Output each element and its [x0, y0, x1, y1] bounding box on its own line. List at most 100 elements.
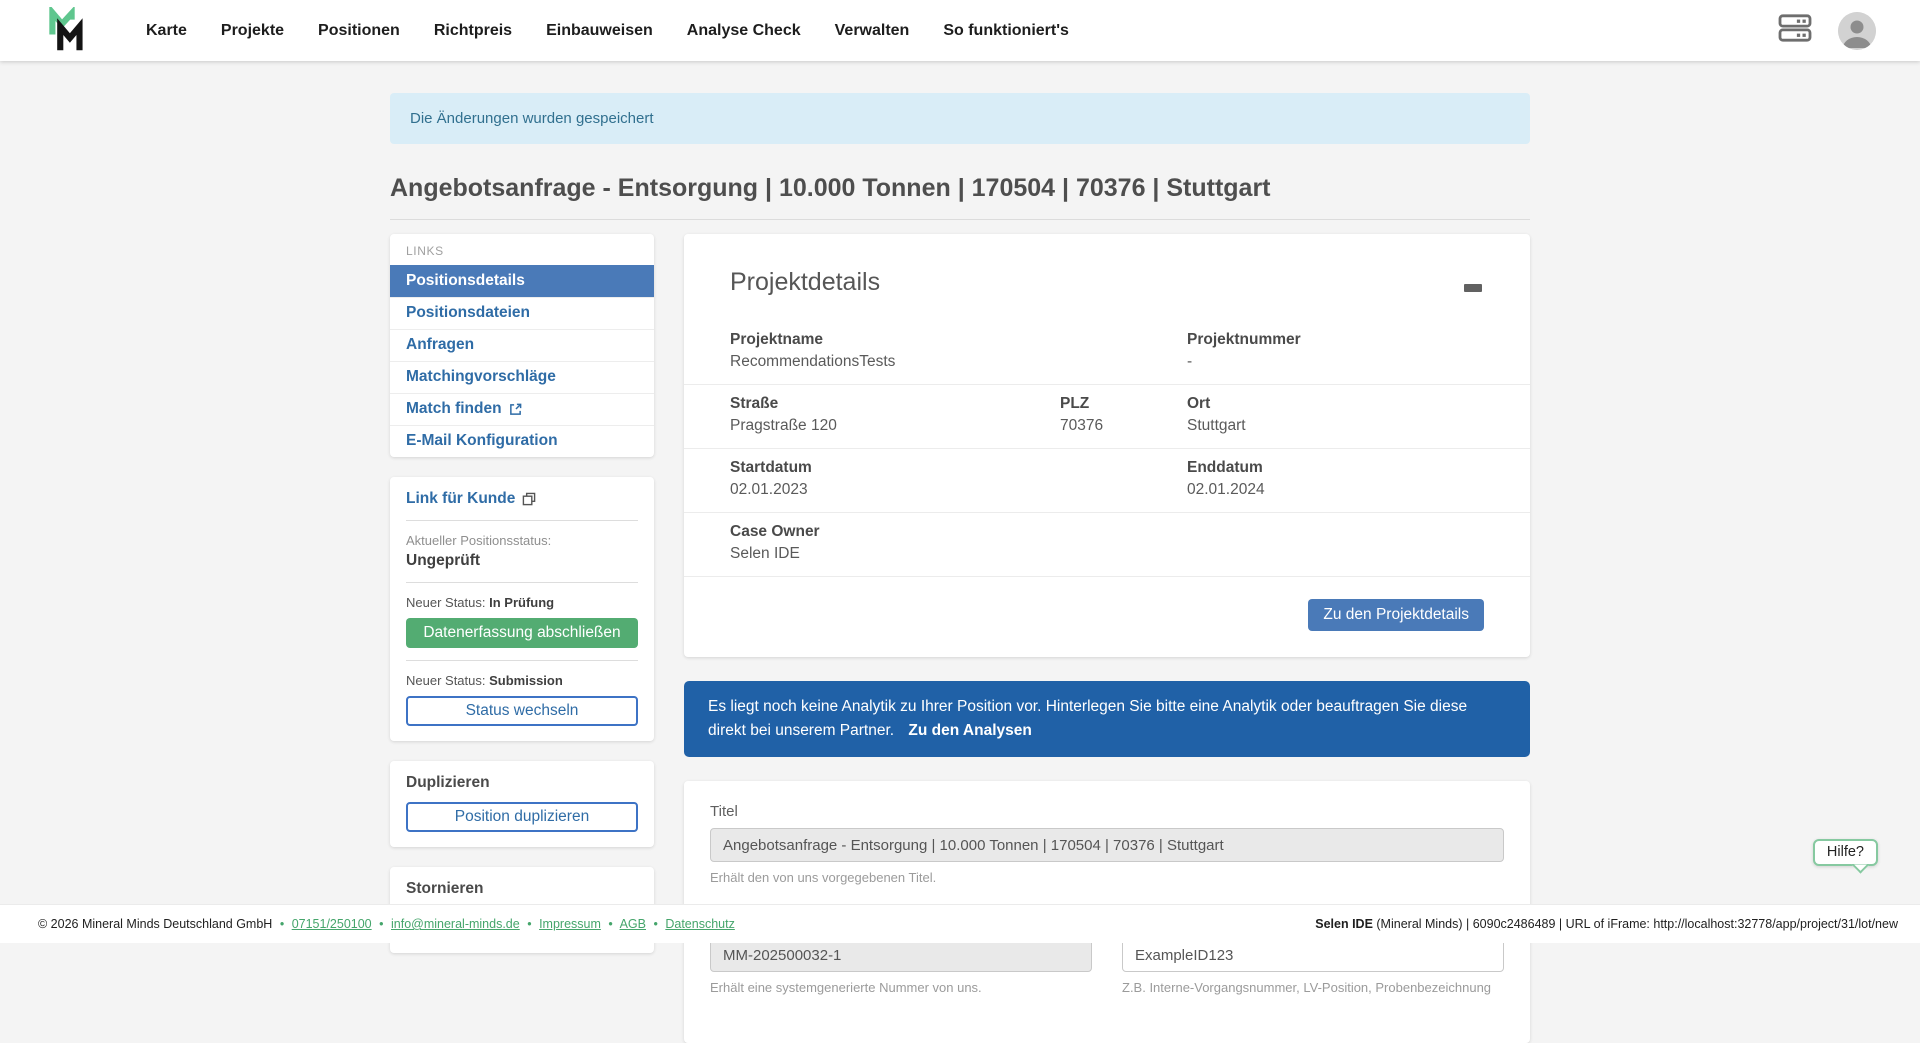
- analytics-info-banner: Es liegt noch keine Analytik zu Ihrer Po…: [684, 681, 1530, 757]
- field-value: 02.01.2023: [730, 481, 1060, 499]
- titel-input: [710, 828, 1504, 862]
- our-number-helper-text: Erhält eine systemgenerierte Nummer von …: [710, 980, 1092, 995]
- nav-item-einbauweisen[interactable]: Einbauweisen: [546, 22, 653, 40]
- sidebar-item-label: Anfragen: [406, 336, 474, 354]
- project-details-title: Projektdetails: [730, 268, 1484, 297]
- footer-link-datenschutz[interactable]: Datenschutz: [665, 917, 734, 931]
- field-value: RecommendationsTests: [730, 353, 1060, 371]
- status-card: Link für Kunde Aktueller Positionsstatus…: [390, 477, 654, 741]
- sidebar-item-positionsdetails[interactable]: Positionsdetails: [390, 265, 654, 297]
- customer-link-label: Link für Kunde: [406, 490, 515, 508]
- separator: •: [379, 917, 383, 931]
- complete-data-entry-button[interactable]: Datenerfassung abschließen: [406, 618, 638, 648]
- sidebar: LINKS Positionsdetails Positionsdateien …: [390, 234, 654, 953]
- our-number-input: [710, 938, 1092, 972]
- mineral-minds-logo[interactable]: [48, 7, 90, 55]
- duplicate-card: Duplizieren Position duplizieren: [390, 761, 654, 847]
- sidebar-item-label: Positionsdetails: [406, 272, 525, 290]
- project-details-rows: Projektname RecommendationsTests Projekt…: [730, 321, 1484, 631]
- footer-link-phone[interactable]: 07151/250100: [292, 917, 372, 931]
- field-label: Projektname: [730, 331, 1060, 349]
- duplicate-position-button[interactable]: Position duplizieren: [406, 802, 638, 832]
- nav-item-verwalten[interactable]: Verwalten: [835, 22, 910, 40]
- divider: [406, 582, 638, 583]
- sidebar-item-matchingvorschlaege[interactable]: Matchingvorschläge: [390, 361, 654, 393]
- field-ort: Ort Stuttgart: [1187, 395, 1484, 435]
- analytics-banner-message: Es liegt noch keine Analytik zu Ihrer Po…: [708, 698, 1467, 739]
- nav-item-so-funktionierts[interactable]: So funktioniert's: [943, 22, 1069, 40]
- alert-message: Die Änderungen wurden gespeichert: [410, 110, 654, 127]
- field-value: Pragstraße 120: [730, 417, 1060, 435]
- separator: •: [527, 917, 531, 931]
- go-to-project-details-button[interactable]: Zu den Projektdetails: [1308, 599, 1484, 631]
- main-navigation: Karte Projekte Positionen Richtpreis Ein…: [146, 22, 1069, 40]
- current-status-label: Aktueller Positionsstatus:: [406, 533, 638, 548]
- field-value: 70376: [1060, 417, 1187, 435]
- new-status-label: Neuer Status:: [406, 673, 486, 688]
- field-label: Projektnummer: [1187, 331, 1484, 349]
- project-details-actions: Zu den Projektdetails: [730, 577, 1484, 631]
- position-number-helper-text: Z.B. Interne-Vorgangsnummer, LV-Position…: [1122, 980, 1504, 995]
- links-card-header: LINKS: [390, 234, 654, 265]
- sidebar-item-email-konfiguration[interactable]: E-Mail Konfiguration: [390, 425, 654, 457]
- new-status-label: Neuer Status:: [406, 595, 486, 610]
- external-link-icon: [509, 403, 522, 416]
- links-card: LINKS Positionsdetails Positionsdateien …: [390, 234, 654, 457]
- footer-link-impressum[interactable]: Impressum: [539, 917, 601, 931]
- nav-item-karte[interactable]: Karte: [146, 22, 187, 40]
- logo-icon: [48, 7, 90, 55]
- page-content: Die Änderungen wurden gespeichert Angebo…: [390, 93, 1530, 1043]
- field-label: PLZ: [1060, 395, 1187, 413]
- session-details: (Mineral Minds) | 6090c2486489 | URL of …: [1373, 917, 1898, 931]
- sidebar-item-label: Matchingvorschläge: [406, 368, 556, 386]
- field-value: Stuttgart: [1187, 417, 1484, 435]
- nav-item-richtpreis[interactable]: Richtpreis: [434, 22, 512, 40]
- new-status-value: In Prüfung: [489, 595, 554, 610]
- top-navbar: Karte Projekte Positionen Richtpreis Ein…: [0, 0, 1920, 61]
- help-button[interactable]: Hilfe?: [1813, 839, 1878, 866]
- footer-session-info: Selen IDE (Mineral Minds) | 6090c2486489…: [1315, 917, 1898, 931]
- divider: [406, 660, 638, 661]
- field-plz: PLZ 70376: [1060, 395, 1187, 435]
- duplicate-card-title: Duplizieren: [406, 774, 638, 792]
- nav-item-positionen[interactable]: Positionen: [318, 22, 400, 40]
- sidebar-item-label: Positionsdateien: [406, 304, 530, 322]
- nav-item-analyse-check[interactable]: Analyse Check: [687, 22, 801, 40]
- footer-left: © 2026 Mineral Minds Deutschland GmbH • …: [38, 917, 735, 931]
- page-title: Angebotsanfrage - Entsorgung | 10.000 To…: [390, 174, 1530, 203]
- nav-item-projekte[interactable]: Projekte: [221, 22, 284, 40]
- project-details-row: Case Owner Selen IDE: [730, 513, 1484, 576]
- switch-status-button[interactable]: Status wechseln: [406, 696, 638, 726]
- server-stack-icon[interactable]: [1778, 13, 1812, 48]
- sidebar-item-match-finden[interactable]: Match finden: [390, 393, 654, 425]
- project-details-row: Startdatum 02.01.2023 Enddatum 02.01.202…: [730, 449, 1484, 512]
- go-to-analyses-link[interactable]: Zu den Analysen: [908, 722, 1031, 739]
- separator: •: [280, 917, 284, 931]
- minus-icon[interactable]: [1464, 284, 1482, 292]
- new-status-1: Neuer Status: In Prüfung: [406, 595, 638, 610]
- separator: •: [653, 917, 657, 931]
- field-label: Case Owner: [730, 523, 1060, 541]
- field-value: -: [1187, 353, 1484, 371]
- project-details-card: Projektdetails Projektname Recommendatio…: [684, 234, 1530, 657]
- titel-helper-text: Erhält den von uns vorgegebenen Titel.: [710, 870, 1504, 885]
- position-number-input[interactable]: [1122, 938, 1504, 972]
- user-avatar-icon[interactable]: [1838, 12, 1876, 50]
- titel-label: Titel: [710, 803, 1504, 820]
- session-user: Selen IDE: [1315, 917, 1373, 931]
- sidebar-item-anfragen[interactable]: Anfragen: [390, 329, 654, 361]
- current-status-value: Ungeprüft: [406, 552, 638, 570]
- field-strasse: Straße Pragstraße 120: [730, 395, 1060, 435]
- customer-link-button[interactable]: Link für Kunde: [406, 490, 536, 508]
- field-label: Enddatum: [1187, 459, 1484, 477]
- save-success-alert: Die Änderungen wurden gespeichert: [390, 93, 1530, 144]
- separator: •: [608, 917, 612, 931]
- footer-link-email[interactable]: info@mineral-minds.de: [391, 917, 520, 931]
- copyright-text: © 2026 Mineral Minds Deutschland GmbH: [38, 917, 272, 931]
- copy-icon: [522, 492, 536, 506]
- field-label: Straße: [730, 395, 1060, 413]
- footer-link-agb[interactable]: AGB: [620, 917, 646, 931]
- field-value: Selen IDE: [730, 545, 1060, 563]
- sidebar-item-positionsdateien[interactable]: Positionsdateien: [390, 297, 654, 329]
- field-case-owner: Case Owner Selen IDE: [730, 523, 1060, 563]
